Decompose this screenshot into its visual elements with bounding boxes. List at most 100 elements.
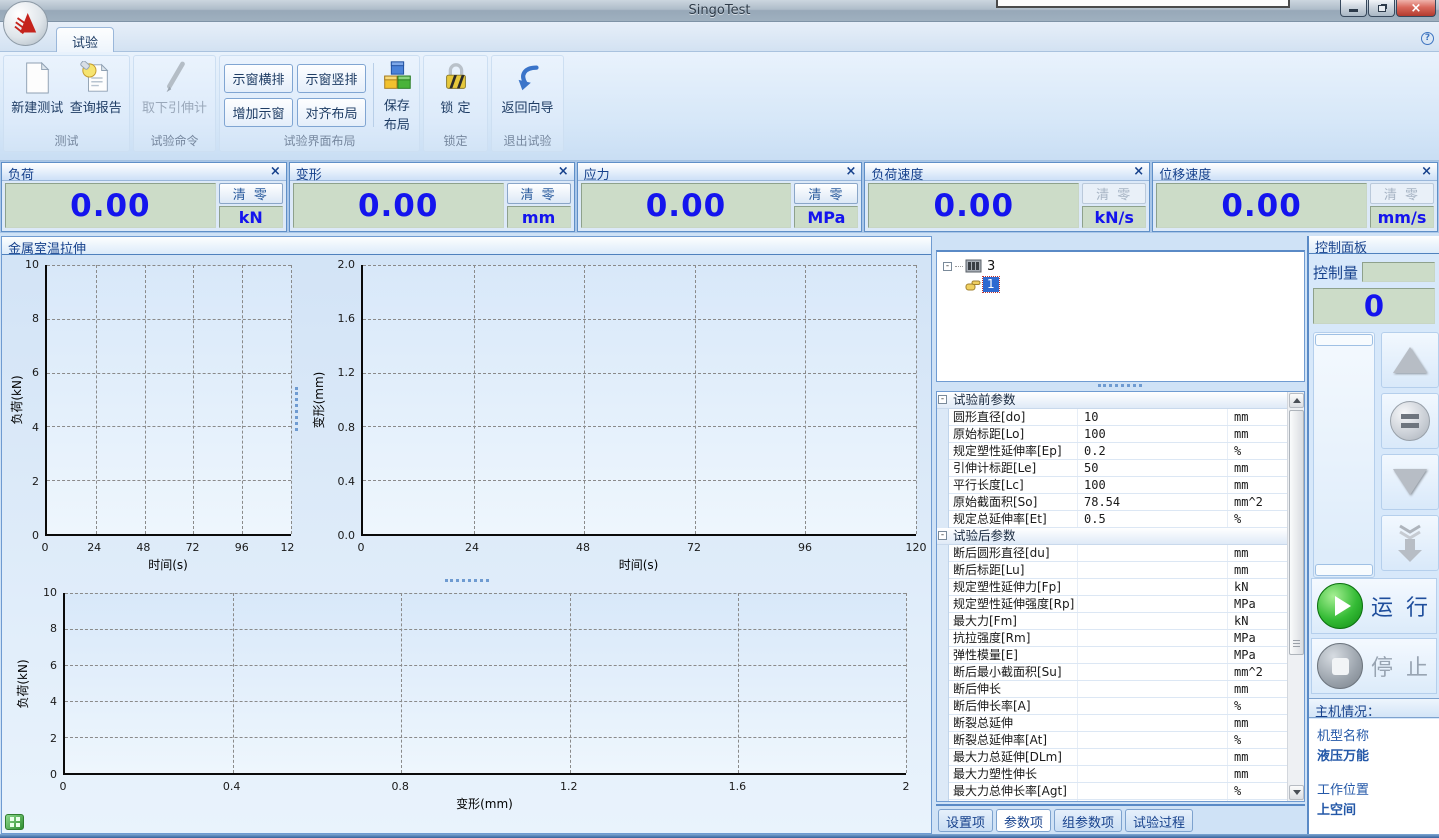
- query-report-button[interactable]: 查询报告: [67, 59, 126, 131]
- param-row[interactable]: 断后最小截面积[Su] mm^2: [937, 664, 1287, 681]
- param-value[interactable]: [1077, 800, 1227, 801]
- param-value[interactable]: 50: [1077, 460, 1227, 476]
- param-value[interactable]: 0.5: [1077, 511, 1227, 527]
- tab-test-process[interactable]: 试验过程: [1125, 809, 1193, 832]
- table-scrollbar[interactable]: [1287, 392, 1304, 801]
- run-button[interactable]: 运 行: [1311, 578, 1437, 634]
- windows-vertical-button[interactable]: 示窗竖排: [297, 64, 366, 93]
- close-button[interactable]: [1396, 0, 1436, 17]
- chart-deformation-time[interactable]: 变形(mm) 2.01.61.20.80.40.0 024487296120 时…: [301, 255, 932, 578]
- clear-deformation-button[interactable]: 清 零: [507, 183, 571, 204]
- panel-close-icon[interactable]: [1421, 164, 1432, 180]
- param-value[interactable]: [1077, 562, 1227, 578]
- scroll-up-button[interactable]: [1289, 393, 1304, 408]
- lock-button[interactable]: 锁 定: [428, 59, 483, 131]
- clear-load-button[interactable]: 清 零: [219, 183, 283, 204]
- post-test-params-header[interactable]: 试验后参数: [937, 528, 1287, 545]
- panel-close-icon[interactable]: [845, 164, 856, 180]
- move-up-button[interactable]: [1381, 332, 1439, 388]
- chart-load-deformation[interactable]: 负荷(kN) 1086420 00.40.81.21.62 变形(mm): [3, 585, 932, 817]
- param-row[interactable]: 原始标距[Lo] 100 mm: [937, 426, 1287, 443]
- pre-test-params-header[interactable]: 试验前参数: [937, 392, 1287, 409]
- param-row[interactable]: 断裂总延伸 mm: [937, 715, 1287, 732]
- param-row[interactable]: 最大力塑性伸长 mm: [937, 766, 1287, 783]
- param-value[interactable]: [1077, 715, 1227, 731]
- remove-extensometer-button[interactable]: 取下引伸计: [138, 59, 211, 131]
- layout-grid-icon[interactable]: [5, 814, 24, 830]
- param-value[interactable]: [1077, 783, 1227, 799]
- help-icon[interactable]: [1421, 32, 1434, 45]
- scroll-down-button[interactable]: [1289, 785, 1304, 800]
- param-row[interactable]: 抗拉强度[Rm] MPa: [937, 630, 1287, 647]
- param-value[interactable]: 78.54: [1077, 494, 1227, 510]
- stop-button[interactable]: 停 止: [1311, 638, 1437, 694]
- param-value[interactable]: [1077, 647, 1227, 663]
- align-layout-button[interactable]: 对齐布局: [297, 98, 366, 127]
- save-layout-button[interactable]: 保存布局: [379, 59, 415, 131]
- param-value[interactable]: [1077, 579, 1227, 595]
- tab-settings[interactable]: 设置项: [938, 809, 993, 832]
- param-row[interactable]: 最大力[Fm] kN: [937, 613, 1287, 630]
- param-value[interactable]: [1077, 630, 1227, 646]
- collapse-icon[interactable]: [938, 395, 947, 404]
- control-quantity-field[interactable]: [1362, 262, 1435, 282]
- param-row[interactable]: 断后伸长率[A] %: [937, 698, 1287, 715]
- param-value[interactable]: [1077, 732, 1227, 748]
- param-row[interactable]: 断后伸长 mm: [937, 681, 1287, 698]
- param-row[interactable]: 规定塑性延伸强度[Rp] MPa: [937, 596, 1287, 613]
- hold-button[interactable]: [1381, 393, 1439, 449]
- param-row[interactable]: 引伸计标距[Le] 50 mm: [937, 460, 1287, 477]
- tab-params[interactable]: 参数项: [996, 809, 1051, 832]
- scrollbar-thumb[interactable]: [1289, 410, 1304, 655]
- param-value[interactable]: [1077, 596, 1227, 612]
- param-value[interactable]: 10: [1077, 409, 1227, 425]
- clear-stress-button[interactable]: 清 零: [794, 183, 858, 204]
- minimize-button[interactable]: [1340, 0, 1367, 17]
- clear-displacement-speed-button[interactable]: 清 零: [1370, 183, 1434, 204]
- param-value[interactable]: [1077, 749, 1227, 765]
- param-value[interactable]: [1077, 766, 1227, 782]
- param-row[interactable]: 最大力总延伸[DLm] mm: [937, 749, 1287, 766]
- param-row[interactable]: 原始截面积[So] 78.54 mm^2: [937, 494, 1287, 511]
- param-row[interactable]: 规定塑性延伸力[Fp] kN: [937, 579, 1287, 596]
- tab-test[interactable]: 试验: [56, 27, 114, 53]
- param-row[interactable]: 最大力总伸长率[Agt] %: [937, 783, 1287, 800]
- param-row[interactable]: 最大力塑性伸长率[Ag] %: [937, 800, 1287, 801]
- panel-close-icon[interactable]: [1133, 164, 1144, 180]
- param-value[interactable]: [1077, 545, 1227, 561]
- app-logo[interactable]: [3, 1, 48, 46]
- param-row[interactable]: 断裂总延伸率[At] %: [937, 732, 1287, 749]
- param-row[interactable]: 规定总延伸率[Et] 0.5 %: [937, 511, 1287, 528]
- param-value[interactable]: 100: [1077, 477, 1227, 493]
- collapse-icon[interactable]: [943, 262, 952, 271]
- param-row[interactable]: 断后标距[Lu] mm: [937, 562, 1287, 579]
- param-row[interactable]: 断后圆形直径[du] mm: [937, 545, 1287, 562]
- param-value[interactable]: 0.2: [1077, 443, 1227, 459]
- param-row[interactable]: 圆形直径[do] 10 mm: [937, 409, 1287, 426]
- fast-down-button[interactable]: [1381, 515, 1439, 571]
- tree-table-splitter-handle[interactable]: [1098, 384, 1142, 387]
- move-down-button[interactable]: [1381, 454, 1439, 510]
- param-value[interactable]: [1077, 613, 1227, 629]
- add-window-button[interactable]: 增加示窗: [224, 98, 293, 127]
- new-test-button[interactable]: 新建测试: [8, 59, 67, 131]
- windows-horizontal-button[interactable]: 示窗横排: [224, 64, 293, 93]
- panel-close-icon[interactable]: [558, 164, 569, 180]
- clear-load-speed-button[interactable]: 清 零: [1082, 183, 1146, 204]
- param-row[interactable]: 规定塑性延伸率[Ep] 0.2 %: [937, 443, 1287, 460]
- panel-close-icon[interactable]: [270, 164, 281, 180]
- return-wizard-button[interactable]: 返回向导: [496, 59, 559, 131]
- collapse-icon[interactable]: [938, 531, 947, 540]
- title-bar[interactable]: SingoTest: [0, 0, 1439, 22]
- param-row[interactable]: 弹性模量[E] MPa: [937, 647, 1287, 664]
- param-value[interactable]: 100: [1077, 426, 1227, 442]
- horizontal-splitter-handle[interactable]: [445, 579, 489, 582]
- tree-child-node[interactable]: 1: [943, 275, 1298, 293]
- param-value[interactable]: [1077, 681, 1227, 697]
- param-value[interactable]: [1077, 664, 1227, 680]
- restore-button[interactable]: [1368, 0, 1395, 17]
- vertical-splitter-handle[interactable]: [295, 387, 298, 431]
- tree-root-node[interactable]: 3: [943, 257, 1298, 275]
- tree-selected-specimen[interactable]: 1: [983, 277, 999, 292]
- param-row[interactable]: 平行长度[Lc] 100 mm: [937, 477, 1287, 494]
